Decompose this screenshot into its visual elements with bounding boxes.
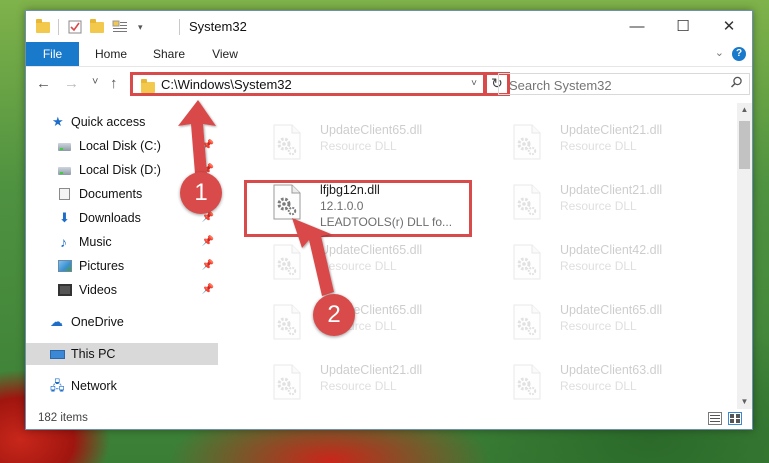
annotation-arrows — [178, 100, 334, 296]
arrow-2 — [292, 218, 334, 296]
annotation-badge-1: 1 — [180, 172, 222, 214]
annotation-badge-2: 2 — [313, 294, 355, 336]
